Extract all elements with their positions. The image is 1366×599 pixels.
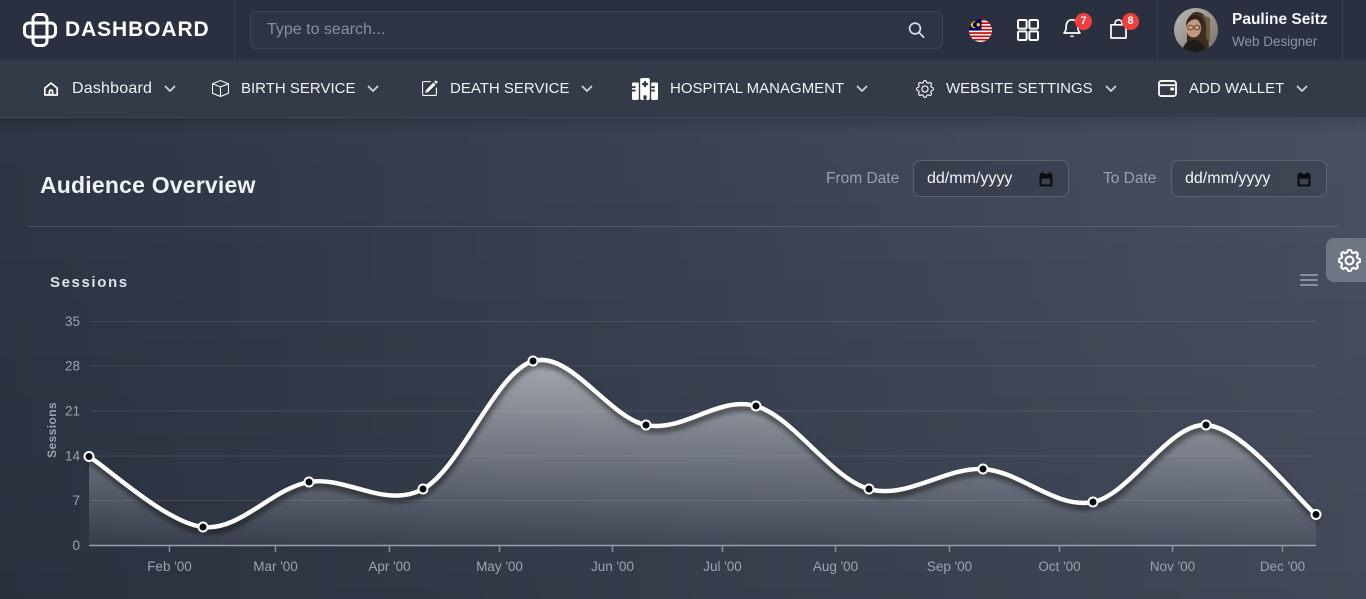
- svg-text:21: 21: [65, 404, 80, 419]
- svg-text:Nov '00: Nov '00: [1150, 559, 1195, 574]
- svg-text:Sep '00: Sep '00: [927, 559, 972, 574]
- svg-text:Sessions: Sessions: [45, 402, 59, 458]
- svg-text:7: 7: [72, 493, 80, 508]
- svg-text:Dec '00: Dec '00: [1260, 559, 1305, 574]
- svg-text:Mar '00: Mar '00: [253, 559, 298, 574]
- svg-text:14: 14: [65, 449, 81, 464]
- svg-text:Jul '00: Jul '00: [703, 559, 742, 574]
- svg-text:0: 0: [72, 538, 80, 553]
- svg-text:35: 35: [65, 314, 80, 329]
- svg-text:Apr '00: Apr '00: [368, 559, 410, 574]
- svg-text:Jun '00: Jun '00: [591, 559, 634, 574]
- svg-text:Aug '00: Aug '00: [813, 559, 858, 574]
- svg-text:28: 28: [65, 359, 80, 374]
- svg-text:Oct '00: Oct '00: [1038, 559, 1080, 574]
- svg-text:Feb '00: Feb '00: [147, 559, 192, 574]
- svg-text:May '00: May '00: [476, 559, 523, 574]
